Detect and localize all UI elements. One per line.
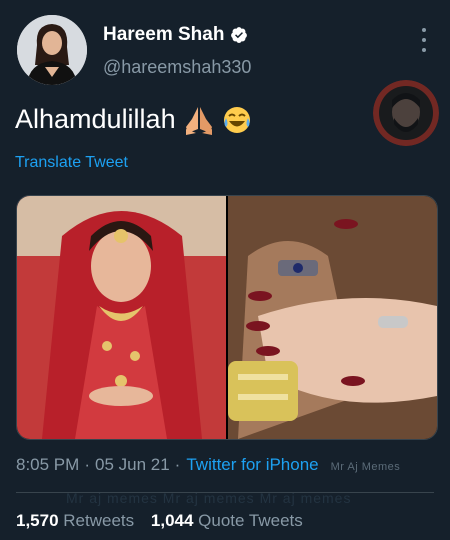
- more-options-icon[interactable]: [414, 28, 434, 52]
- translate-tweet-link[interactable]: Translate Tweet: [15, 154, 128, 172]
- media-image-bride[interactable]: [17, 196, 226, 439]
- user-name[interactable]: Hareem Shah: [103, 24, 224, 46]
- watermark-logo: [373, 80, 439, 146]
- retweets-count: 1,570: [16, 511, 59, 530]
- tweet-meta: 8:05 PM · 05 Jun 21 · Twitter for iPhone…: [16, 455, 400, 475]
- retweets-stat[interactable]: 1,570 Retweets: [16, 511, 139, 530]
- media-image-hands[interactable]: [228, 196, 437, 439]
- quotes-label: Quote Tweets: [198, 511, 303, 530]
- tweet-text-row: Alhamdulillah: [15, 104, 252, 135]
- meta-separator-2: ·: [174, 455, 181, 474]
- tweet-time[interactable]: 8:05 PM: [16, 455, 79, 475]
- tweet-source-link[interactable]: Twitter for iPhone: [186, 455, 318, 475]
- quotes-count: 1,044: [150, 511, 194, 530]
- tears-of-joy-emoji: [223, 106, 250, 133]
- user-handle[interactable]: @hareemshah330: [103, 57, 251, 78]
- ghost-watermark: Mr aj memes Mr aj memes Mr aj memes: [66, 490, 352, 506]
- folded-hands-emoji: [185, 106, 212, 135]
- tweet-stats: 1,570 Retweets 1,044 Quote Tweets: [16, 511, 303, 531]
- verified-badge-icon: [231, 27, 248, 43]
- tweet-date[interactable]: 05 Jun 21: [95, 455, 170, 475]
- tweet-text: Alhamdulillah: [15, 104, 176, 134]
- retweets-label: Retweets: [63, 511, 135, 530]
- user-name-row: Hareem Shah: [103, 24, 248, 46]
- tweet-media[interactable]: [16, 195, 438, 440]
- avatar-image: [17, 15, 87, 85]
- meta-separator: ·: [84, 455, 90, 474]
- watermark-text: Mr Aj Memes: [330, 461, 401, 473]
- profile-avatar[interactable]: [17, 15, 87, 85]
- quote-tweets-stat[interactable]: 1,044 Quote Tweets: [151, 511, 303, 530]
